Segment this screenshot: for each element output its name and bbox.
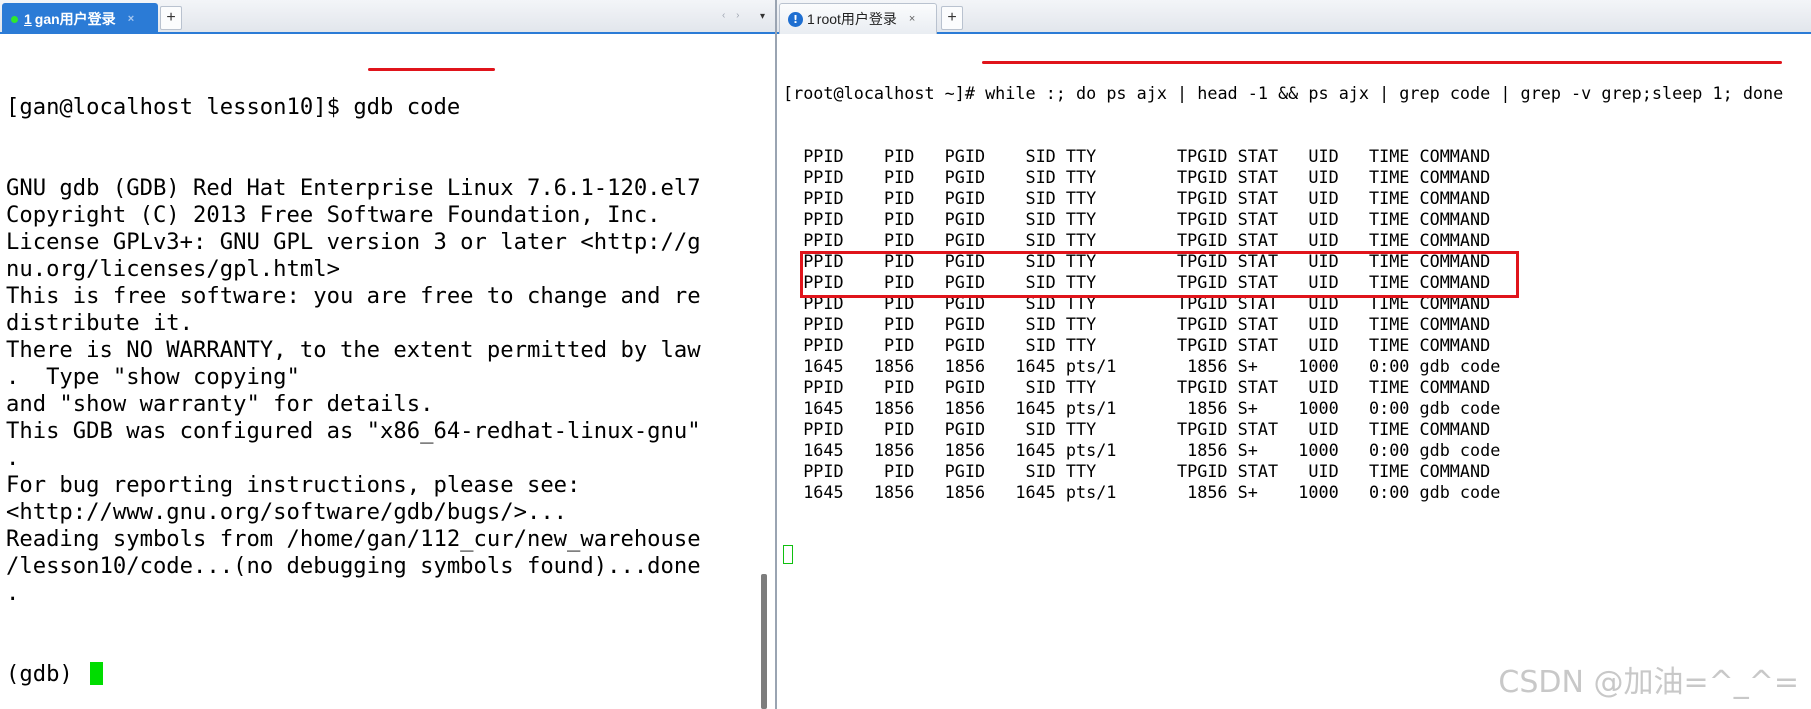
output-line: GNU gdb (GDB) Red Hat Enterprise Linux 7… [6,175,701,201]
tab-title: root用户登录 [816,11,897,27]
ps-output-line: 1645 1856 1856 1645 pts/1 1856 S+ 1000 0… [783,398,1501,418]
gdb-prompt: (gdb) [6,661,87,687]
tab-scroll-arrows-icon[interactable]: ‹ › [722,10,743,21]
new-tab-button[interactable]: + [941,6,963,30]
output-line: For bug reporting instructions, please s… [6,472,581,498]
ps-output-line: PPID PID PGID SID TTY TPGID STAT UID TIM… [783,188,1491,208]
command-line: [root@localhost ~]# while :; do ps ajx |… [783,83,1803,104]
output-line: Reading symbols from /home/gan/112_cur/n… [6,526,701,552]
output-line: . Type "show copying" [6,364,300,390]
right-terminal-pane[interactable]: ! 1 root用户登录 × + [root@localhost ~]# whi… [777,0,1811,709]
ps-output-line: PPID PID PGID SID TTY TPGID STAT UID TIM… [783,461,1491,481]
ps-output-line: PPID PID PGID SID TTY TPGID STAT UID TIM… [783,167,1491,187]
watermark: CSDN @加油=^_^= [1498,665,1799,700]
ps-output-line: PPID PID PGID SID TTY TPGID STAT UID TIM… [783,419,1491,439]
info-icon: ! [788,11,803,27]
cursor-icon [783,545,793,564]
tab-number: 1 [807,11,815,27]
command-underline-annotation [368,68,495,71]
output-line: This is free software: you are free to c… [6,283,701,309]
command-underline-annotation [982,61,1782,64]
left-tab-bar: 1 gan用户登录 × + ‹ › ▾ [0,0,775,34]
tab-gan-login[interactable]: 1 gan用户登录 × [2,3,158,34]
ps-loop-command: while :; do ps ajx | head -1 && ps ajx |… [985,83,1784,103]
cursor-line [783,545,1803,566]
shell-prompt: [gan@localhost lesson10]$ [6,94,354,120]
close-tab-icon[interactable]: × [909,13,915,25]
output-line: . [6,445,20,471]
gdb-prompt-line: (gdb) [6,661,756,688]
ps-output-line: 1645 1856 1856 1645 pts/1 1856 S+ 1000 0… [783,440,1501,460]
output-line: Copyright (C) 2013 Free Software Foundat… [6,202,661,228]
process-highlight-box-annotation [800,251,1519,298]
output-line: <http://www.gnu.org/software/gdb/bugs/>.… [6,499,568,525]
output-line: distribute it. [6,310,194,336]
right-terminal-output[interactable]: [root@localhost ~]# while :; do ps ajx |… [783,41,1803,608]
command-line: [gan@localhost lesson10]$ gdb code [6,94,756,121]
shell-prompt: [root@localhost ~]# [783,83,986,103]
ps-output-line: PPID PID PGID SID TTY TPGID STAT UID TIM… [783,230,1491,250]
left-terminal-pane[interactable]: 1 gan用户登录 × + ‹ › ▾ [gan@localhost lesso… [0,0,775,709]
output-line: nu.org/licenses/gpl.html> [6,256,340,282]
left-terminal-output[interactable]: [gan@localhost lesson10]$ gdb code GNU g… [6,40,756,709]
ps-output-line: PPID PID PGID SID TTY TPGID STAT UID TIM… [783,335,1491,355]
ps-output: PPID PID PGID SID TTY TPGID STAT UID TIM… [783,146,1803,503]
gdb-output: GNU gdb (GDB) Red Hat Enterprise Linux 7… [6,175,756,607]
output-line: and "show warranty" for details. [6,391,434,417]
ps-output-line: 1645 1856 1856 1645 pts/1 1856 S+ 1000 0… [783,356,1501,376]
ps-output-line: PPID PID PGID SID TTY TPGID STAT UID TIM… [783,209,1491,229]
output-line: There is NO WARRANTY, to the extent perm… [6,337,701,363]
tab-root-login[interactable]: ! 1 root用户登录 × [779,3,937,34]
ps-output-line: PPID PID PGID SID TTY TPGID STAT UID TIM… [783,377,1491,397]
tab-number: 1 [24,11,32,27]
output-line: . [6,580,20,606]
scrollbar[interactable] [757,36,771,709]
tab-menu-chevron-icon[interactable]: ▾ [760,11,765,22]
gdb-command: gdb code [353,94,461,120]
cursor-icon [90,662,104,685]
connected-status-icon [11,15,18,23]
output-line: This GDB was configured as "x86_64-redha… [6,418,701,444]
right-tab-bar: ! 1 root用户登录 × + [777,0,1811,34]
ps-output-line: 1645 1856 1856 1645 pts/1 1856 S+ 1000 0… [783,482,1501,502]
new-tab-button[interactable]: + [160,6,182,30]
close-tab-icon[interactable]: × [128,13,134,25]
ps-output-line: PPID PID PGID SID TTY TPGID STAT UID TIM… [783,146,1491,166]
output-line: /lesson10/code...(no debugging symbols f… [6,553,701,579]
scrollbar-thumb[interactable] [761,574,767,709]
tab-title: gan用户登录 [34,11,116,27]
output-line: License GPLv3+: GNU GPL version 3 or lat… [6,229,701,255]
ps-output-line: PPID PID PGID SID TTY TPGID STAT UID TIM… [783,314,1491,334]
